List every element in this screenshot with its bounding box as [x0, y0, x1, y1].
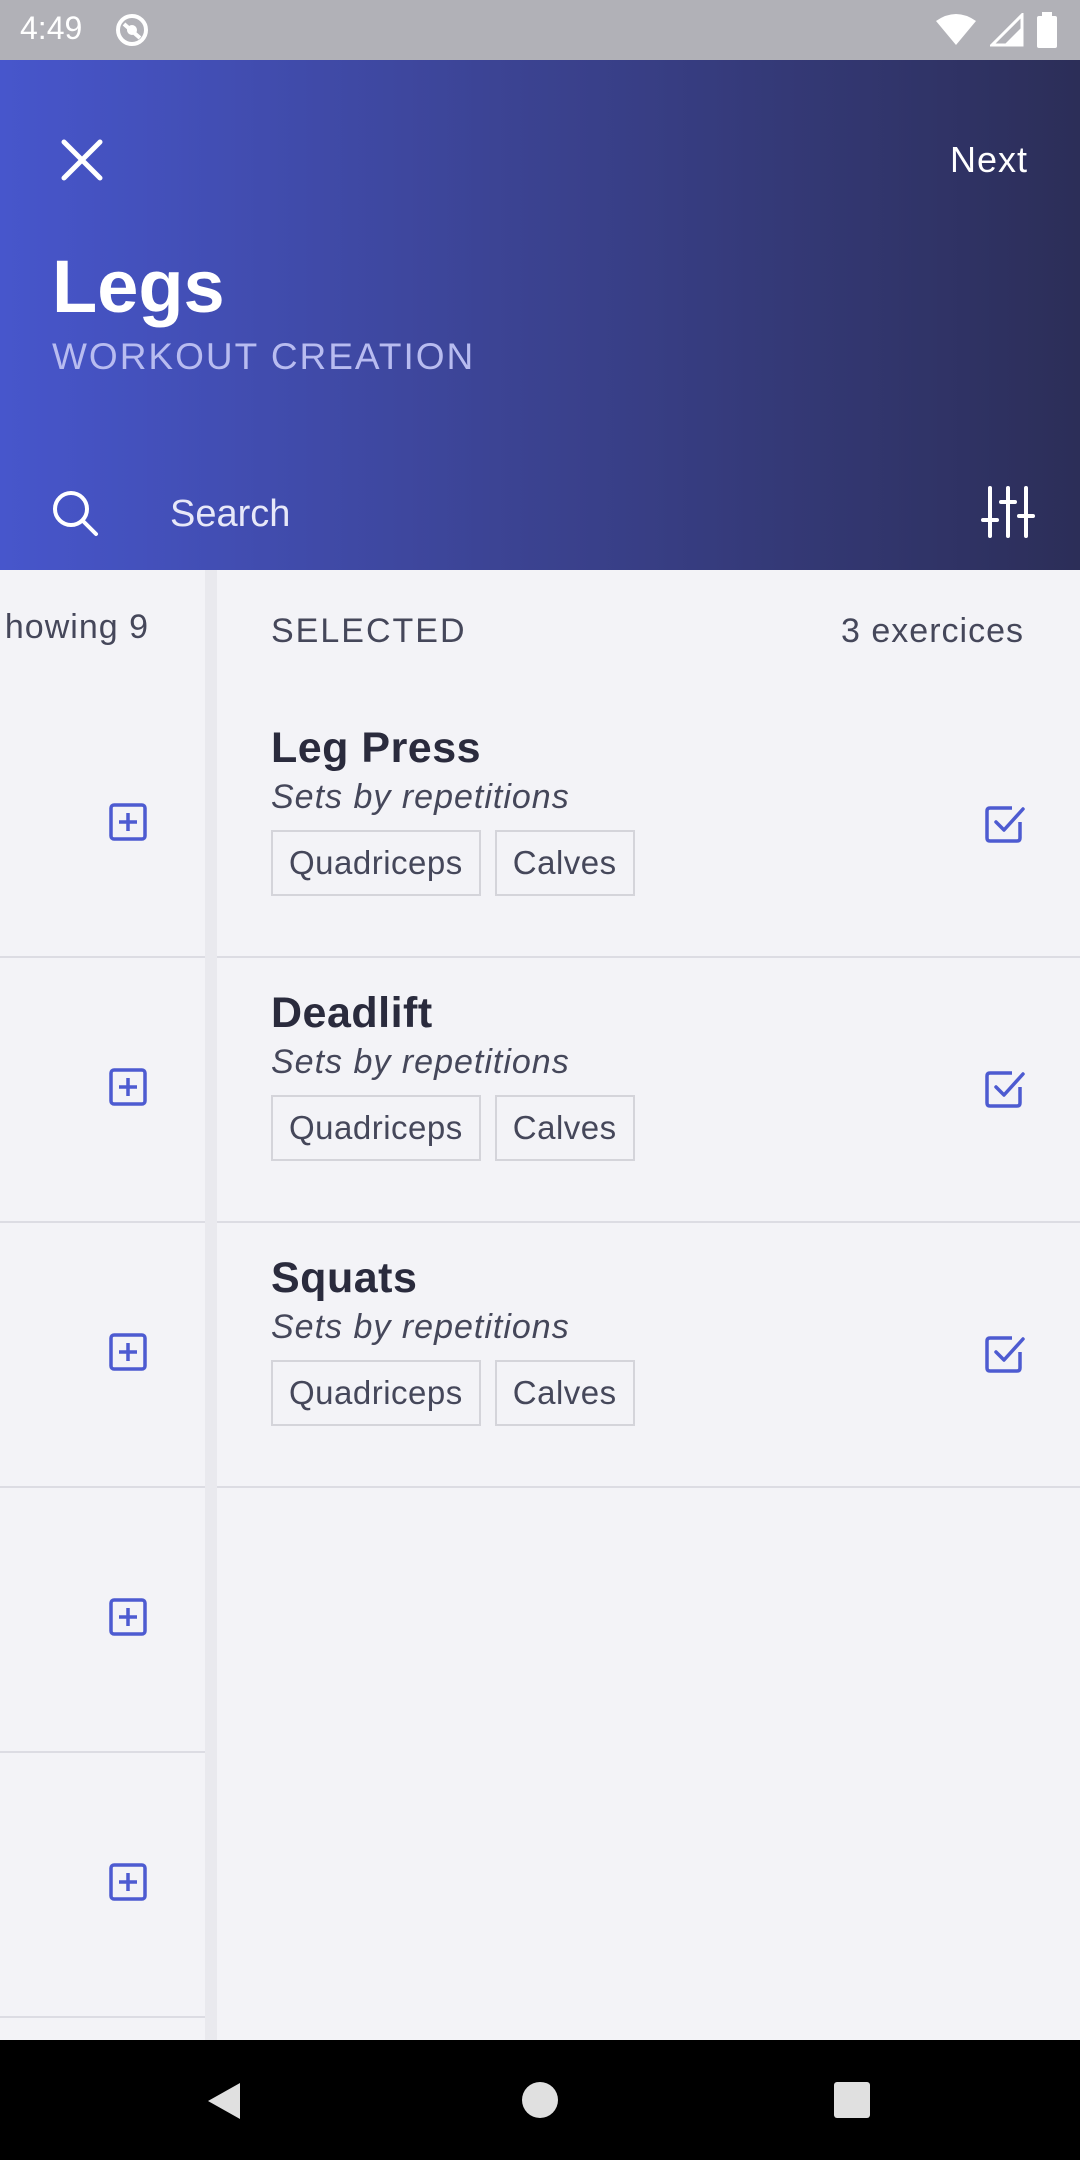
close-icon[interactable]	[52, 130, 112, 190]
list-item[interactable]	[0, 1222, 205, 1488]
muscle-tags: Quadriceps Calves	[271, 830, 635, 896]
status-icons	[934, 10, 1058, 50]
list-item[interactable]	[0, 1487, 205, 1753]
muscle-tags: Quadriceps Calves	[271, 1360, 635, 1426]
muscle-tag: Quadriceps	[271, 1095, 481, 1161]
status-time: 4:49	[20, 10, 83, 46]
exercise-name: Squats	[271, 1254, 418, 1302]
add-box-icon[interactable]	[108, 802, 148, 842]
exercise-row-leg-press[interactable]: Leg Press Sets by repetitions Quadriceps…	[217, 692, 1080, 958]
muscle-tag: Calves	[494, 1095, 635, 1161]
exercise-row-deadlift[interactable]: Deadlift Sets by repetitions Quadriceps …	[217, 957, 1080, 1223]
header: Next Legs WORKOUT CREATION	[0, 60, 1080, 570]
selected-count: 3 exercices	[841, 612, 1024, 650]
selected-label: SELECTED	[271, 612, 467, 650]
column-divider	[205, 570, 217, 2040]
muscle-tag: Quadriceps	[271, 830, 481, 896]
system-nav-bar	[0, 2040, 1080, 2160]
page-title: Legs	[52, 245, 225, 328]
list-item[interactable]	[0, 1752, 205, 2018]
muscle-tags: Quadriceps Calves	[271, 1095, 635, 1161]
checkbox-checked-icon[interactable]	[984, 802, 1026, 844]
list-item[interactable]	[0, 692, 205, 958]
next-button[interactable]: Next	[950, 130, 1028, 190]
search-icon[interactable]	[50, 488, 100, 538]
battery-icon	[1037, 12, 1057, 48]
page-subtitle: WORKOUT CREATION	[52, 336, 476, 377]
status-bar: 4:49	[0, 0, 1080, 60]
back-icon[interactable]	[204, 2080, 244, 2122]
exercise-type: Sets by repetitions	[271, 1043, 570, 1081]
search-bar	[0, 460, 1080, 570]
selected-exercises-list: SELECTED 3 exercices Leg Press Sets by r…	[217, 570, 1080, 2040]
exercise-name: Deadlift	[271, 989, 433, 1037]
app-notification-icon	[116, 14, 148, 46]
selected-header: SELECTED 3 exercices	[217, 570, 1080, 692]
list-item[interactable]	[0, 957, 205, 1223]
add-box-icon[interactable]	[108, 1067, 148, 1107]
add-box-icon[interactable]	[108, 1862, 148, 1902]
search-input[interactable]	[170, 488, 770, 540]
home-icon[interactable]	[520, 2080, 560, 2120]
showing-count: howing 9	[4, 608, 149, 646]
add-box-icon[interactable]	[108, 1597, 148, 1637]
content-area: howing 9 SELECTED 3 exercices Leg Press …	[0, 570, 1080, 2040]
recents-icon[interactable]	[834, 2082, 870, 2118]
exercise-row-squats[interactable]: Squats Sets by repetitions Quadriceps Ca…	[217, 1222, 1080, 1488]
cell-signal-icon	[990, 13, 1024, 47]
checkbox-checked-icon[interactable]	[984, 1332, 1026, 1374]
filter-sliders-icon[interactable]	[980, 484, 1036, 540]
wifi-icon	[936, 14, 976, 45]
muscle-tag: Calves	[494, 830, 635, 896]
muscle-tag: Quadriceps	[271, 1360, 481, 1426]
available-exercises-list[interactable]: howing 9	[0, 570, 205, 2040]
exercise-name: Leg Press	[271, 724, 482, 772]
muscle-tag: Calves	[494, 1360, 635, 1426]
exercise-type: Sets by repetitions	[271, 1308, 570, 1346]
exercise-type: Sets by repetitions	[271, 778, 570, 816]
add-box-icon[interactable]	[108, 1332, 148, 1372]
checkbox-checked-icon[interactable]	[984, 1067, 1026, 1109]
